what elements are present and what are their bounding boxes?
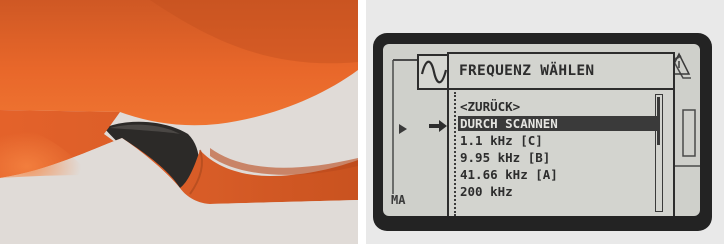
product-photo-panel xyxy=(0,0,358,244)
menu-title: FREQUENZ WÄHLEN xyxy=(459,63,595,79)
lcd-screen: FREQUENZ WÄHLEN <ZURÜCK> DURCH SCANNEN 1… xyxy=(383,44,700,216)
device-bezel: FREQUENZ WÄHLEN <ZURÜCK> DURCH SCANNEN 1… xyxy=(373,33,712,231)
menu-item-freq-1[interactable]: 1.1 kHz [C] xyxy=(460,133,543,148)
device-casing-photo xyxy=(0,0,358,244)
menu-item-freq-2[interactable]: 9.95 kHz [B] xyxy=(460,150,550,165)
side-label: MA xyxy=(391,193,406,207)
menu-scrollbar[interactable] xyxy=(655,94,663,212)
menu-item-freq-3[interactable]: 41.66 kHz [A] xyxy=(460,167,558,182)
menu-item-freq-4[interactable]: 200 kHz xyxy=(460,184,513,199)
menu-item-scan[interactable]: DURCH SCANNEN xyxy=(458,116,660,131)
menu-dotted-separator xyxy=(454,92,456,216)
lcd-photo-panel: FREQUENZ WÄHLEN <ZURÜCK> DURCH SCANNEN 1… xyxy=(366,0,724,244)
menu-item-back[interactable]: <ZURÜCK> xyxy=(460,99,520,114)
arrow-right-icon xyxy=(429,117,449,132)
sine-wave-icon xyxy=(417,54,451,90)
menu-title-divider xyxy=(447,88,673,90)
